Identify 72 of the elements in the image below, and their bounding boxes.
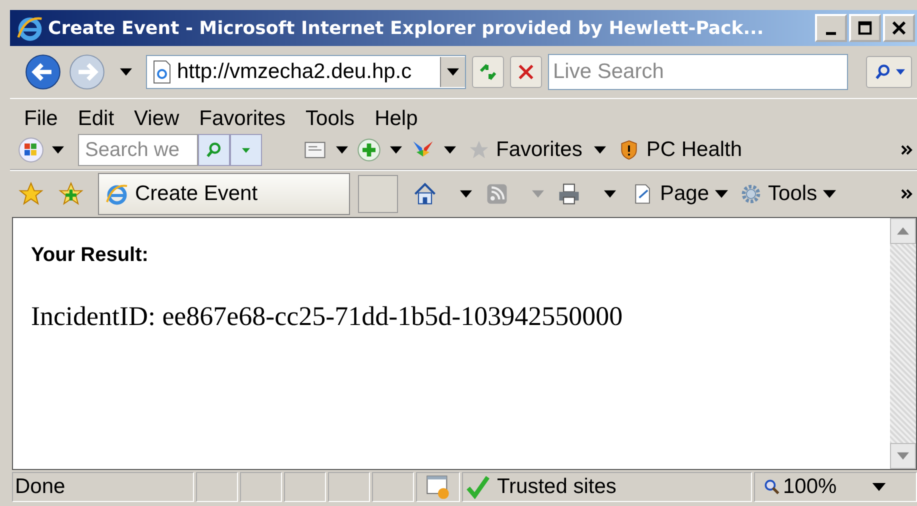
caret-icon — [823, 190, 836, 198]
security-zone: Trusted sites — [462, 472, 752, 502]
maximize-icon — [858, 21, 872, 35]
caret-icon — [242, 148, 250, 152]
caret-icon[interactable] — [120, 68, 132, 76]
close-button[interactable] — [883, 14, 915, 42]
close-icon — [892, 21, 906, 35]
caret-icon[interactable] — [52, 146, 64, 154]
scroll-down-icon[interactable] — [890, 443, 916, 469]
popup-warning-icon — [425, 474, 451, 500]
result-heading: Your Result: — [31, 244, 150, 267]
status-text: Done — [12, 472, 194, 502]
menu-item[interactable]: Favorites — [199, 107, 286, 131]
window-title: Create Event - Microsoft Internet Explorer provided by Hewlett-Pack... — [48, 18, 765, 38]
browser-logo-icon — [105, 182, 129, 206]
caret-icon[interactable] — [336, 146, 348, 154]
search-icon — [874, 63, 892, 81]
close-icon — [517, 63, 535, 81]
caret-icon — [896, 69, 904, 75]
search-button[interactable] — [866, 56, 912, 88]
minimize-icon — [826, 32, 836, 34]
status-pane — [328, 472, 370, 502]
menu-item[interactable]: Tools — [306, 107, 355, 131]
refresh-icon — [478, 62, 498, 82]
favorites-button[interactable]: Favorites — [464, 138, 586, 162]
status-pane — [240, 472, 282, 502]
caret-icon[interactable] — [594, 146, 606, 154]
gear-icon — [740, 183, 762, 205]
web-search-field[interactable]: Search we — [78, 134, 198, 166]
tools-menu-button[interactable]: Tools — [736, 182, 840, 206]
status-pane — [372, 472, 414, 502]
scroll-up-icon[interactable] — [890, 218, 916, 244]
add-favorite-icon[interactable] — [58, 181, 84, 207]
stop-button[interactable] — [510, 56, 542, 88]
status-pane — [284, 472, 326, 502]
status-pane — [196, 472, 238, 502]
favorites-star-icon[interactable] — [18, 181, 44, 207]
search-field[interactable]: Live Search — [548, 54, 848, 90]
zoom-button[interactable]: 100% — [754, 472, 917, 502]
refresh-button[interactable] — [472, 56, 504, 88]
check-icon — [465, 474, 491, 500]
windows-logo-icon[interactable] — [18, 137, 44, 163]
caret-icon[interactable] — [460, 190, 472, 198]
menu-item[interactable]: File — [24, 107, 58, 131]
home-icon[interactable] — [412, 181, 438, 207]
chevron-icon[interactable] — [901, 189, 913, 199]
back-icon[interactable] — [24, 53, 62, 91]
caret-icon — [872, 483, 886, 491]
menu-item[interactable]: Help — [374, 107, 418, 131]
search-button[interactable] — [198, 134, 230, 166]
minimize-button[interactable] — [815, 14, 847, 42]
caret-icon — [715, 190, 728, 198]
star-icon — [468, 139, 490, 161]
page-menu-button[interactable]: Page — [628, 182, 732, 206]
page-icon — [151, 60, 173, 84]
caret-icon[interactable] — [444, 146, 456, 154]
menu-item[interactable]: View — [134, 107, 180, 131]
magnifier-icon — [763, 478, 781, 496]
search-icon — [205, 141, 223, 159]
menu-item[interactable]: Edit — [78, 107, 114, 131]
address-field[interactable]: http://vmzecha2.deu.hp.c — [146, 55, 466, 89]
caret-icon[interactable] — [604, 190, 616, 198]
incident-id-text: IncidentID: ee867e68-cc25-71dd-1b5d-103942550000 — [31, 301, 624, 332]
maximize-button[interactable] — [849, 14, 881, 42]
dropdown-icon[interactable] — [440, 57, 465, 87]
forward-icon[interactable] — [68, 53, 106, 91]
chevron-icon[interactable] — [901, 145, 913, 155]
browser-tab[interactable]: Create Event — [98, 173, 350, 215]
vertical-scrollbar[interactable] — [890, 218, 916, 469]
caret-icon[interactable] — [390, 146, 402, 154]
add-icon[interactable] — [356, 137, 382, 163]
pc-health-button[interactable]: PC Health — [614, 138, 746, 162]
